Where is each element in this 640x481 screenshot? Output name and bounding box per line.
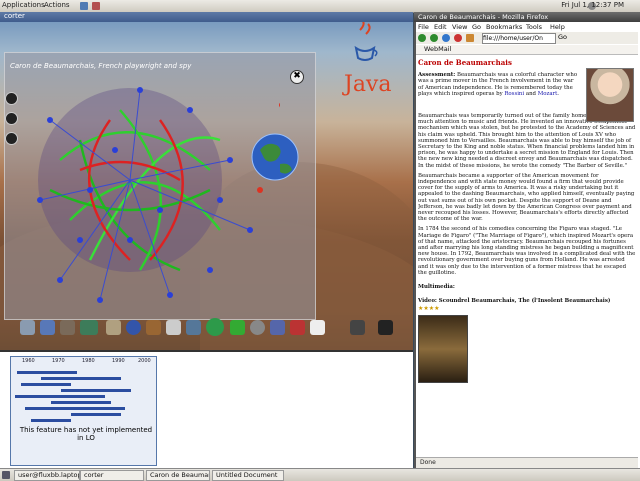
taskbar-item-corter[interactable]: corter	[80, 470, 144, 481]
status-text: Done	[420, 459, 436, 466]
video-poster-image[interactable]	[418, 314, 468, 383]
actions-menu[interactable]: Actions	[44, 1, 70, 9]
timeline-bar[interactable]	[51, 401, 111, 404]
dock-spreadsheet-icon[interactable]	[230, 320, 245, 335]
timeline-note: This feature has not yet implemented in …	[19, 426, 153, 442]
mozart-link[interactable]: Mozart	[538, 91, 558, 97]
timeline-bar[interactable]	[41, 377, 121, 380]
zoom-in-icon[interactable]	[5, 92, 18, 105]
taskbar-item-browser[interactable]: Caron de Beaumarchais	[146, 470, 210, 481]
rossini-link[interactable]: Rossini	[504, 91, 524, 97]
timeline-bar[interactable]	[61, 389, 131, 392]
assessment-paragraph: Assessment: Beaumarchais was a colorful …	[418, 72, 578, 97]
zoom-out-icon[interactable]	[5, 112, 18, 125]
panel-clock[interactable]: Fri Jul 1, 12:37 PM	[561, 1, 624, 9]
timeline-year: 1980	[82, 358, 95, 364]
browser-launcher-icon[interactable]	[80, 2, 88, 10]
dock-image-icon[interactable]	[166, 320, 181, 335]
menu-edit[interactable]: Edit	[434, 23, 447, 31]
home-icon[interactable]	[466, 34, 474, 42]
dock-pirate-icon[interactable]	[378, 320, 393, 335]
assessment-label: Assessment:	[418, 72, 456, 79]
timeline-bar[interactable]	[15, 395, 105, 398]
back-icon[interactable]	[418, 34, 426, 42]
portrait-image	[586, 68, 634, 122]
timeline-bar[interactable]	[31, 419, 71, 422]
paragraph-american-war: Beaumarchais became a supporter of the A…	[418, 172, 635, 223]
taskbar: user@fluxbb.laptop:~ corter Caron de Bea…	[0, 468, 640, 481]
taskbar-item-document[interactable]: Untitled Document	[212, 470, 284, 481]
dock-gnome-icon[interactable]	[206, 318, 224, 336]
java-logo-icon	[354, 22, 378, 61]
menu-file[interactable]: File	[418, 23, 429, 31]
dock-window-icon[interactable]	[40, 320, 55, 335]
browser-status-bar: Done	[416, 457, 638, 468]
window-title: corter	[4, 12, 25, 20]
menu-help[interactable]: Help	[550, 23, 565, 31]
dock-monitor-icon[interactable]	[270, 320, 285, 335]
timeline-year: 1990	[112, 358, 125, 364]
timeline-bar[interactable]	[21, 383, 71, 386]
page-title: Caron de Beaumarchais	[418, 58, 512, 67]
dock-folder-icon[interactable]	[20, 320, 35, 335]
dock-globe-icon[interactable]	[126, 320, 141, 335]
menu-view[interactable]: View	[452, 23, 467, 31]
timeline-year: 1970	[52, 358, 65, 364]
menu-go[interactable]: Go	[472, 23, 481, 31]
dock-cd-icon[interactable]	[250, 320, 265, 335]
dock-tools-icon[interactable]	[146, 320, 161, 335]
dock	[4, 316, 412, 340]
multimedia-label: Multimedia:	[418, 284, 455, 291]
video-label: Video: Scoundrel Beaumarchais, The (l'In…	[418, 298, 611, 305]
settings-icon[interactable]	[5, 132, 18, 145]
stop-icon[interactable]	[454, 34, 462, 42]
mail-launcher-icon[interactable]	[92, 2, 100, 10]
browser-titlebar[interactable]: Caron de Beaumarchais - Mozilla Firefox	[414, 12, 640, 22]
dock-terminal-icon[interactable]	[80, 320, 98, 335]
dock-dice-icon[interactable]	[310, 320, 325, 335]
panel-title: Caron de Beaumarchais, French playwright…	[10, 62, 192, 70]
show-desktop-icon[interactable]	[2, 471, 10, 479]
applications-menu[interactable]: Applications	[2, 1, 45, 9]
timeline-year: 2000	[138, 358, 151, 364]
java-logo-text: Java	[344, 72, 392, 97]
rating-stars: ★★★★	[418, 304, 440, 312]
go-button[interactable]: Go	[558, 33, 567, 41]
visualization-titlebar[interactable]: corter	[0, 12, 413, 22]
dock-help-icon[interactable]	[290, 320, 305, 335]
paragraph-figaro: In 1784 the second of his comedies conce…	[418, 226, 636, 276]
forward-icon[interactable]	[430, 34, 438, 42]
timeline-bar[interactable]	[71, 413, 121, 416]
timeline-bar[interactable]	[25, 407, 125, 410]
url-input[interactable]: file:///home/user/On	[482, 33, 556, 44]
article-content: Caron de Beaumarchais Assessment: Beauma…	[418, 56, 636, 456]
timeline-year: 1960	[22, 358, 35, 364]
dock-document-icon[interactable]	[60, 320, 75, 335]
timeline-bar[interactable]	[17, 371, 77, 374]
timeline-chart[interactable]	[10, 356, 157, 466]
dock-media-icon[interactable]	[186, 320, 201, 335]
reload-icon[interactable]	[442, 34, 450, 42]
close-icon[interactable]: ✖	[290, 70, 304, 84]
dock-game-icon[interactable]	[350, 320, 365, 335]
dock-archive-icon[interactable]	[106, 320, 121, 335]
menu-tools[interactable]: Tools	[526, 23, 542, 31]
browser-menubar: File Edit View Go Bookmarks Tools Help	[416, 23, 638, 32]
browser-title: Caron de Beaumarchais - Mozilla Firefox	[418, 13, 549, 21]
bookmark-webmail[interactable]: WebMail	[416, 45, 451, 53]
bookmarks-toolbar: WebMail	[416, 45, 638, 55]
globe-icon[interactable]	[250, 132, 300, 182]
taskbar-item-terminal[interactable]: user@fluxbb.laptop:~	[14, 470, 80, 481]
menu-bookmarks[interactable]: Bookmarks	[486, 23, 522, 31]
network-graph[interactable]	[20, 80, 280, 310]
